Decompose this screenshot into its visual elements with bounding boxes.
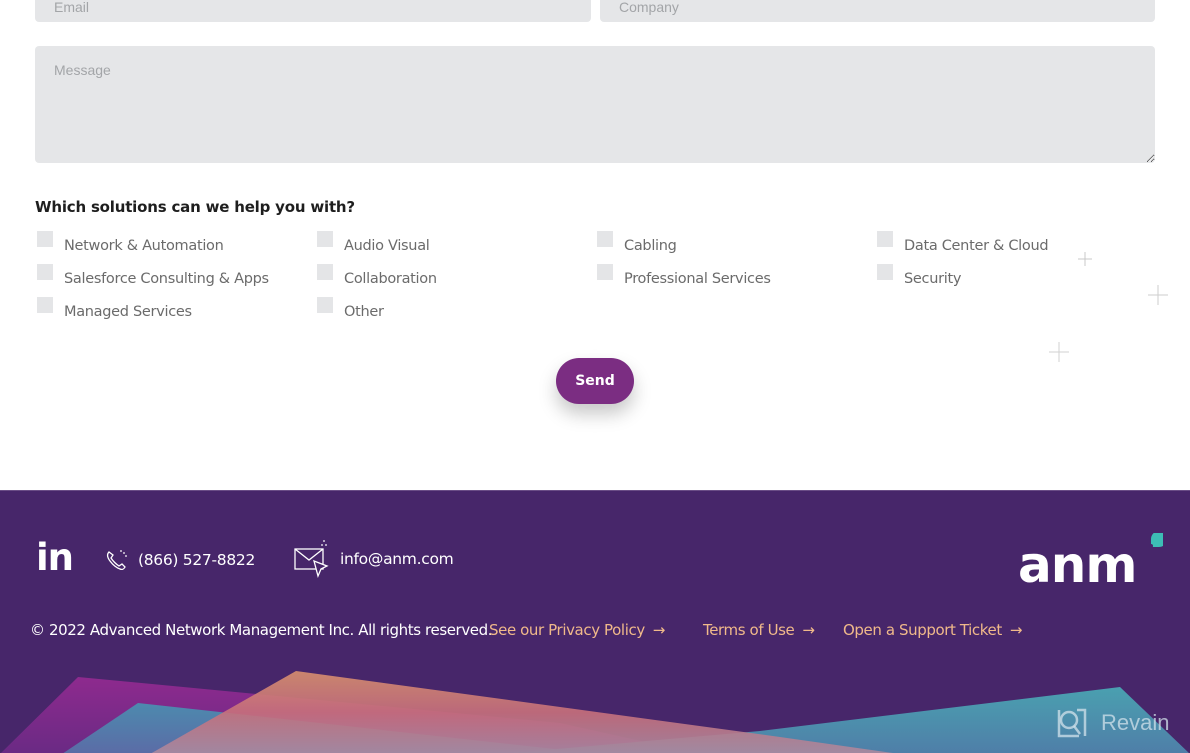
logo-text: anm — [1018, 536, 1136, 585]
arrow-right-icon: → — [652, 621, 666, 639]
email-link[interactable]: info@anm.com — [294, 539, 454, 579]
checkbox-label: Salesforce Consulting & Apps — [64, 271, 269, 287]
solution-checkbox-security[interactable]: Security — [877, 264, 962, 288]
link-label: Open a Support Ticket — [843, 621, 1002, 639]
phone-link[interactable]: (866) 527-8822 — [104, 547, 255, 573]
checkbox[interactable] — [37, 297, 53, 313]
checkbox[interactable] — [597, 231, 613, 247]
arrow-right-icon: → — [802, 621, 815, 639]
checkbox-label: Data Center & Cloud — [904, 238, 1049, 254]
email-field[interactable] — [35, 0, 591, 22]
phone-number: (866) 527-8822 — [138, 551, 256, 569]
arrow-right-icon: → — [1009, 621, 1023, 639]
checkbox-label: Cabling — [624, 238, 677, 254]
link-label: See our Privacy Policy — [489, 621, 645, 639]
solution-checkbox-salesforce[interactable]: Salesforce Consulting & Apps — [37, 264, 269, 288]
solution-checkbox-data-center-cloud[interactable]: Data Center & Cloud — [877, 231, 1049, 255]
checkbox[interactable] — [597, 264, 613, 280]
checkbox[interactable] — [877, 264, 893, 280]
solution-checkbox-cabling[interactable]: Cabling — [597, 231, 677, 255]
checkbox-label: Other — [344, 304, 384, 320]
checkbox-label: Audio Visual — [344, 238, 430, 254]
link-label: Terms of Use — [703, 621, 795, 639]
anm-logo[interactable]: anm — [1018, 531, 1167, 594]
solution-checkbox-collaboration[interactable]: Collaboration — [317, 264, 437, 288]
revain-watermark: Revain — [1055, 706, 1169, 740]
solution-checkbox-network-automation[interactable]: Network & Automation — [37, 231, 224, 255]
checkbox[interactable] — [877, 231, 893, 247]
checkbox-label: Managed Services — [64, 304, 192, 320]
solution-checkbox-managed-services[interactable]: Managed Services — [37, 297, 192, 321]
copyright-text: © 2022 Advanced Network Management Inc. … — [30, 621, 493, 639]
checkbox[interactable] — [317, 297, 333, 313]
revain-logo-icon — [1057, 708, 1087, 738]
solution-checkbox-professional-services[interactable]: Professional Services — [597, 264, 771, 288]
solution-checkbox-other[interactable]: Other — [317, 297, 384, 321]
checkbox[interactable] — [317, 231, 333, 247]
checkbox-label: Network & Automation — [64, 238, 224, 254]
plus-decoration-icon — [1049, 342, 1069, 362]
contact-form: Which solutions can we help you with? Ne… — [0, 0, 1190, 490]
checkbox-label: Collaboration — [344, 271, 437, 287]
linkedin-icon[interactable]: in — [36, 539, 74, 576]
checkbox[interactable] — [317, 264, 333, 280]
checkbox[interactable] — [37, 231, 53, 247]
checkbox-label: Professional Services — [624, 271, 771, 287]
peach-shape — [151, 671, 893, 753]
terms-of-use-link[interactable]: Terms of Use → — [703, 621, 815, 639]
checkbox-label: Security — [904, 271, 962, 287]
site-footer: in (866) 527-8822 info@anm.com anm © 202… — [0, 490, 1190, 753]
company-field[interactable] — [600, 0, 1155, 22]
solutions-question: Which solutions can we help you with? — [35, 198, 355, 216]
phone-icon — [106, 550, 127, 571]
message-field[interactable] — [35, 46, 1155, 163]
anm-logo-icon: anm — [1018, 531, 1167, 594]
email-address: info@anm.com — [340, 550, 454, 568]
plus-decoration-icon — [1078, 252, 1092, 266]
solution-checkbox-audio-visual[interactable]: Audio Visual — [317, 231, 430, 255]
support-ticket-link[interactable]: Open a Support Ticket → — [843, 621, 1022, 639]
privacy-policy-link[interactable]: See our Privacy Policy → — [489, 621, 665, 639]
email-icon — [294, 540, 329, 578]
send-button[interactable]: Send — [556, 358, 634, 404]
plus-decoration-icon — [1148, 285, 1168, 305]
revain-text: Revain — [1101, 710, 1170, 735]
checkbox[interactable] — [37, 264, 53, 280]
